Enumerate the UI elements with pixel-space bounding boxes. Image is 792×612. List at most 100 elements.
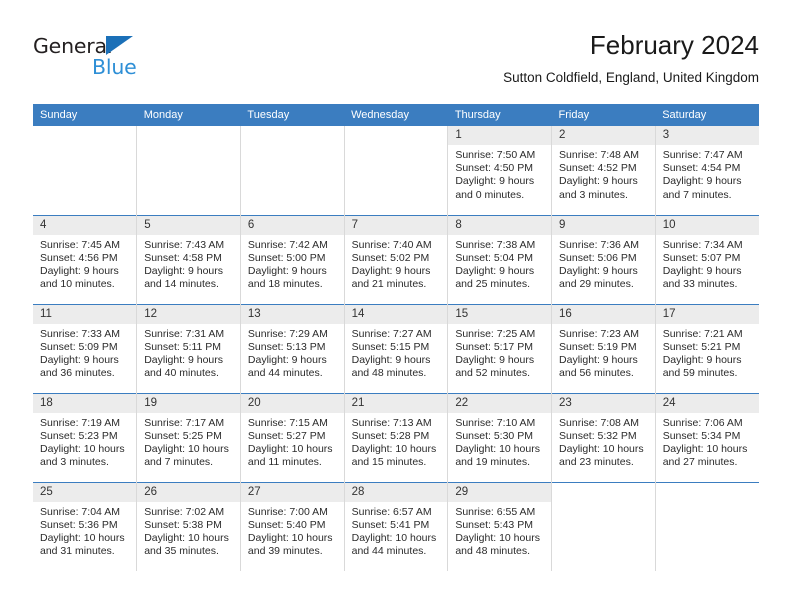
day-number: 2 (552, 126, 655, 145)
sunrise-text: Sunrise: 7:10 AM (455, 416, 536, 429)
sunset-text: Sunset: 5:07 PM (662, 251, 741, 264)
sunset-text: Sunset: 5:21 PM (662, 340, 741, 353)
calendar-week-row: 25 Sunrise: 7:04 AM Sunset: 5:36 PM Dayligh… (33, 481, 759, 571)
daylight-text-line2: and 29 minutes. (559, 278, 634, 291)
calendar-day-cell[interactable]: 29 Sunrise: 6:55 AM Sunset: 5:43 PM Dayligh… (447, 481, 553, 571)
day-number (655, 482, 759, 502)
sunrise-text: Sunrise: 7:29 AM (247, 327, 328, 340)
daylight-text-line1: Daylight: 9 hours (559, 353, 638, 366)
sunrise-text: Sunrise: 6:55 AM (455, 505, 536, 518)
day-number: 18 (33, 393, 137, 413)
daylight-text-line2: and 7 minutes. (144, 456, 214, 469)
daylight-text-line2: and 7 minutes. (662, 188, 732, 201)
calendar-day-cell[interactable]: 23 Sunrise: 7:08 AM Sunset: 5:32 PM Dayligh… (551, 392, 656, 482)
calendar-day-cell[interactable]: 15 Sunrise: 7:25 AM Sunset: 5:17 PM Dayligh… (447, 303, 553, 393)
sunrise-text: Sunrise: 7:38 AM (455, 238, 536, 251)
daylight-text-line2: and 35 minutes. (144, 545, 219, 558)
calendar-day-cell[interactable]: 2 Sunrise: 7:48 AM Sunset: 4:52 PM Daylight… (551, 126, 656, 215)
calendar-week-row: 1 Sunrise: 7:50 AM Sunset: 4:50 PM Daylight… (33, 126, 759, 215)
calendar-day-cell[interactable]: 22 Sunrise: 7:10 AM Sunset: 5:30 PM Dayligh… (447, 392, 553, 482)
daylight-text-line1: Daylight: 9 hours (351, 264, 431, 277)
day-sun-info: Sunrise: 6:55 AM Sunset: 5:43 PM Daylight:… (448, 502, 551, 559)
calendar-day-cell[interactable]: 28 Sunrise: 6:57 AM Sunset: 5:41 PM Dayligh… (344, 481, 449, 571)
calendar-day-cell[interactable]: 24 Sunrise: 7:06 AM Sunset: 5:34 PM Dayligh… (655, 392, 759, 482)
weekday-header-thursday: Thursday (447, 104, 552, 126)
calendar-day-cell[interactable]: 7 Sunrise: 7:40 AM Sunset: 5:02 PM Daylight… (344, 214, 449, 304)
calendar-day-cell[interactable]: 5 Sunrise: 7:43 AM Sunset: 4:58 PM Daylight… (136, 214, 241, 304)
day-sun-info: Sunrise: 6:57 AM Sunset: 5:41 PM Daylight:… (345, 502, 448, 559)
sunrise-text: Sunrise: 6:57 AM (351, 505, 432, 518)
daylight-text-line2: and 15 minutes. (351, 456, 427, 469)
sunset-text: Sunset: 5:30 PM (455, 429, 533, 442)
sunrise-text: Sunrise: 7:42 AM (247, 238, 328, 251)
daylight-text-line2: and 56 minutes. (559, 367, 634, 380)
day-number: 4 (33, 215, 137, 235)
daylight-text-line1: Daylight: 10 hours (662, 442, 748, 455)
day-number: 5 (137, 215, 240, 235)
day-number: 11 (33, 304, 137, 324)
calendar-day-cell[interactable]: 6 Sunrise: 7:42 AM Sunset: 5:00 PM Daylight… (240, 214, 345, 304)
day-sun-info: Sunrise: 7:43 AM Sunset: 4:58 PM Daylight:… (137, 235, 240, 292)
day-sun-info: Sunrise: 7:50 AM Sunset: 4:50 PM Daylight:… (448, 145, 551, 202)
calendar-day-cell[interactable]: 1 Sunrise: 7:50 AM Sunset: 4:50 PM Daylight… (447, 126, 553, 215)
day-sun-info: Sunrise: 7:45 AM Sunset: 4:56 PM Daylight:… (33, 235, 136, 292)
calendar-day-cell[interactable]: 9 Sunrise: 7:36 AM Sunset: 5:06 PM Daylight… (551, 214, 656, 304)
calendar-day-cell[interactable]: 12 Sunrise: 7:31 AM Sunset: 5:11 PM Dayligh… (136, 303, 241, 393)
sunset-text: Sunset: 5:25 PM (144, 429, 222, 442)
day-number: 9 (552, 215, 655, 235)
sunrise-text: Sunrise: 7:02 AM (144, 505, 225, 518)
calendar-day-cell[interactable]: 20 Sunrise: 7:15 AM Sunset: 5:27 PM Dayligh… (240, 392, 345, 482)
day-number (137, 126, 240, 145)
general-blue-logo: General Blue (33, 34, 213, 90)
calendar-day-cell[interactable]: 13 Sunrise: 7:29 AM Sunset: 5:13 PM Dayligh… (240, 303, 345, 393)
calendar-day-cell[interactable]: 4 Sunrise: 7:45 AM Sunset: 4:56 PM Daylight… (33, 214, 138, 304)
sunset-text: Sunset: 5:15 PM (351, 340, 430, 353)
calendar-cell-empty (240, 126, 345, 215)
sunrise-text: Sunrise: 7:08 AM (559, 416, 639, 429)
calendar-day-cell[interactable]: 16 Sunrise: 7:23 AM Sunset: 5:19 PM Dayligh… (551, 303, 656, 393)
day-number (552, 482, 655, 502)
sunrise-text: Sunrise: 7:17 AM (144, 416, 225, 429)
sunrise-text: Sunrise: 7:23 AM (559, 327, 639, 340)
daylight-text-line1: Daylight: 10 hours (351, 531, 437, 544)
daylight-text-line2: and 23 minutes. (559, 456, 634, 469)
day-sun-info: Sunrise: 7:17 AM Sunset: 5:25 PM Daylight:… (137, 413, 240, 470)
sunrise-text: Sunrise: 7:25 AM (455, 327, 536, 340)
calendar-day-cell[interactable]: 11 Sunrise: 7:33 AM Sunset: 5:09 PM Dayligh… (33, 303, 138, 393)
day-number: 23 (552, 393, 655, 413)
day-number (344, 126, 448, 145)
calendar-day-cell[interactable]: 14 Sunrise: 7:27 AM Sunset: 5:15 PM Dayligh… (344, 303, 449, 393)
calendar-cell-empty (136, 126, 241, 215)
sunset-text: Sunset: 5:02 PM (351, 251, 430, 264)
day-number: 22 (448, 393, 552, 413)
sunrise-text: Sunrise: 7:31 AM (144, 327, 225, 340)
daylight-text-line2: and 18 minutes. (247, 278, 323, 291)
daylight-text-line2: and 39 minutes. (247, 545, 323, 558)
day-number: 15 (448, 304, 552, 324)
calendar-day-cell[interactable]: 10 Sunrise: 7:34 AM Sunset: 5:07 PM Dayligh… (655, 214, 759, 304)
day-sun-info: Sunrise: 7:23 AM Sunset: 5:19 PM Daylight:… (552, 324, 655, 381)
daylight-text-line2: and 36 minutes. (40, 367, 115, 380)
calendar-day-cell[interactable]: 21 Sunrise: 7:13 AM Sunset: 5:28 PM Dayligh… (344, 392, 449, 482)
calendar-day-cell[interactable]: 18 Sunrise: 7:19 AM Sunset: 5:23 PM Dayligh… (33, 392, 138, 482)
sunrise-text: Sunrise: 7:21 AM (662, 327, 743, 340)
weekday-header-saturday: Saturday (655, 104, 759, 126)
calendar-day-cell[interactable]: 8 Sunrise: 7:38 AM Sunset: 5:04 PM Daylight… (447, 214, 553, 304)
sunrise-text: Sunrise: 7:50 AM (455, 149, 536, 161)
calendar-day-cell[interactable]: 3 Sunrise: 7:47 AM Sunset: 4:54 PM Daylight… (655, 126, 759, 215)
sunset-text: Sunset: 5:06 PM (559, 251, 637, 264)
day-number: 14 (344, 304, 448, 324)
calendar-day-cell[interactable]: 25 Sunrise: 7:04 AM Sunset: 5:36 PM Dayligh… (33, 481, 138, 571)
sunrise-text: Sunrise: 7:06 AM (662, 416, 743, 429)
daylight-text-line1: Daylight: 10 hours (144, 531, 229, 544)
calendar-day-cell[interactable]: 17 Sunrise: 7:21 AM Sunset: 5:21 PM Dayligh… (655, 303, 759, 393)
daylight-text-line1: Daylight: 9 hours (40, 264, 119, 277)
sunset-text: Sunset: 5:11 PM (144, 340, 222, 353)
calendar-day-cell[interactable]: 27 Sunrise: 7:00 AM Sunset: 5:40 PM Dayligh… (240, 481, 345, 571)
day-sun-info: Sunrise: 7:42 AM Sunset: 5:00 PM Daylight:… (241, 235, 344, 292)
calendar-day-cell[interactable]: 26 Sunrise: 7:02 AM Sunset: 5:38 PM Dayligh… (136, 481, 241, 571)
day-sun-info: Sunrise: 7:15 AM Sunset: 5:27 PM Daylight:… (241, 413, 344, 470)
daylight-text-line2: and 3 minutes. (559, 188, 628, 201)
calendar-day-cell[interactable]: 19 Sunrise: 7:17 AM Sunset: 5:25 PM Dayligh… (136, 392, 241, 482)
sunset-text: Sunset: 5:34 PM (662, 429, 741, 442)
